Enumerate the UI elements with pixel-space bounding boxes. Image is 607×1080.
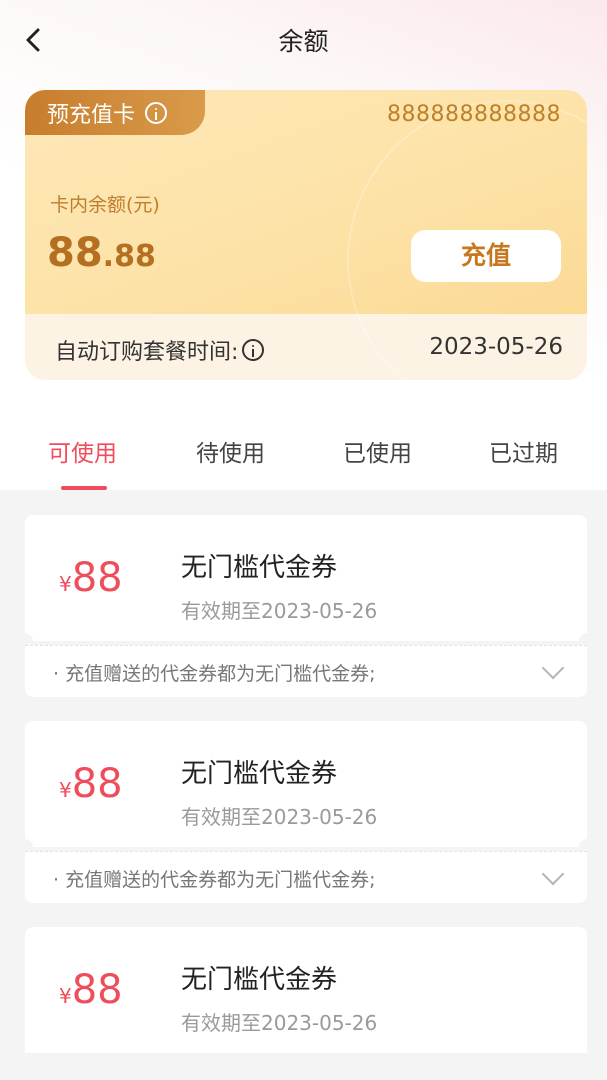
coupon-note: · 充值赠送的代金券都为无门槛代金券; xyxy=(25,851,587,903)
coupon-note-text: · 充值赠送的代金券都为无门槛代金券; xyxy=(53,869,376,891)
auto-order-row: 自动订购套餐时间: 2023-05-26 xyxy=(25,314,587,380)
auto-order-label: 自动订购套餐时间: xyxy=(55,340,239,365)
tab-available[interactable]: 可使用 xyxy=(48,434,117,468)
page-title: 余额 xyxy=(278,27,329,56)
card-type-tag: 预充值卡 xyxy=(25,90,205,135)
balance-amount: 88.88 xyxy=(47,230,156,276)
coupon-main: ¥88 无门槛代金券 有效期至2023-05-26 xyxy=(25,515,587,641)
recharge-button[interactable]: 充值 xyxy=(411,230,561,282)
tab-used[interactable]: 已使用 xyxy=(343,434,412,468)
coupon-title: 无门槛代金券 xyxy=(181,965,338,995)
auto-order-date: 2023-05-26 xyxy=(429,334,563,360)
coupon-expiry: 有效期至2023-05-26 xyxy=(181,1011,378,1035)
coupon-expiry: 有效期至2023-05-26 xyxy=(181,599,378,623)
coupon-value: 88 xyxy=(71,761,123,807)
coupon-value: 88 xyxy=(71,967,123,1013)
coupon-price: ¥88 xyxy=(59,967,123,1013)
currency-symbol: ¥ xyxy=(59,572,72,596)
auto-order-label-group: 自动订购套餐时间: xyxy=(55,334,265,366)
coupon-expiry: 有效期至2023-05-26 xyxy=(181,805,378,829)
auto-order-info-icon[interactable] xyxy=(242,339,265,361)
balance-label: 卡内余额(元) xyxy=(50,194,160,216)
card-number: 888888888888 xyxy=(387,102,561,127)
coupon-title: 无门槛代金券 xyxy=(181,759,338,789)
card-info-icon[interactable] xyxy=(145,101,168,124)
balance-integer: 88 xyxy=(47,230,103,276)
currency-symbol: ¥ xyxy=(59,778,72,802)
coupon-card[interactable]: ¥88 无门槛代金券 有效期至2023-05-26 xyxy=(25,927,587,1080)
coupon-list: ¥88 无门槛代金券 有效期至2023-05-26 · 充值赠送的代金券都为无门… xyxy=(0,490,607,1080)
tab-pending[interactable]: 待使用 xyxy=(196,434,265,468)
nav-bar: 余额 xyxy=(0,0,607,80)
coupon-main: ¥88 无门槛代金券 有效期至2023-05-26 xyxy=(25,721,587,847)
coupon-note-text: · 充值赠送的代金券都为无门槛代金券; xyxy=(53,663,376,685)
coupon-title: 无门槛代金券 xyxy=(181,553,338,583)
card-top: 预充值卡 888888888888 卡内余额(元) 88.88 充值 xyxy=(25,90,587,380)
card-type-label: 预充值卡 xyxy=(47,102,136,128)
expand-chevron-down-icon[interactable] xyxy=(541,656,565,680)
balance-page: 余额 预充值卡 888888888888 卡内余额(元) 88.88 充值 自动… xyxy=(0,0,607,1080)
coupon-value: 88 xyxy=(71,555,123,601)
coupon-price: ¥88 xyxy=(59,761,123,807)
currency-symbol: ¥ xyxy=(59,984,72,1008)
coupon-card[interactable]: ¥88 无门槛代金券 有效期至2023-05-26 · 充值赠送的代金券都为无门… xyxy=(17,515,595,697)
expand-chevron-down-icon[interactable] xyxy=(541,862,565,886)
prepaid-card: 预充值卡 888888888888 卡内余额(元) 88.88 充值 自动订购套… xyxy=(25,90,587,380)
coupon-card[interactable]: ¥88 无门槛代金券 有效期至2023-05-26 · 充值赠送的代金券都为无门… xyxy=(17,721,595,903)
coupon-note: · 充值赠送的代金券都为无门槛代金券; xyxy=(25,645,587,697)
coupon-price: ¥88 xyxy=(59,555,123,601)
tab-expired[interactable]: 已过期 xyxy=(489,434,558,468)
top-area: 余额 预充值卡 888888888888 卡内余额(元) 88.88 充值 自动… xyxy=(0,0,607,490)
coupon-tabs: 可使用 待使用 已使用 已过期 xyxy=(0,420,607,490)
balance-decimal: .88 xyxy=(102,239,156,274)
coupon-main: ¥88 无门槛代金券 有效期至2023-05-26 xyxy=(25,927,587,1053)
